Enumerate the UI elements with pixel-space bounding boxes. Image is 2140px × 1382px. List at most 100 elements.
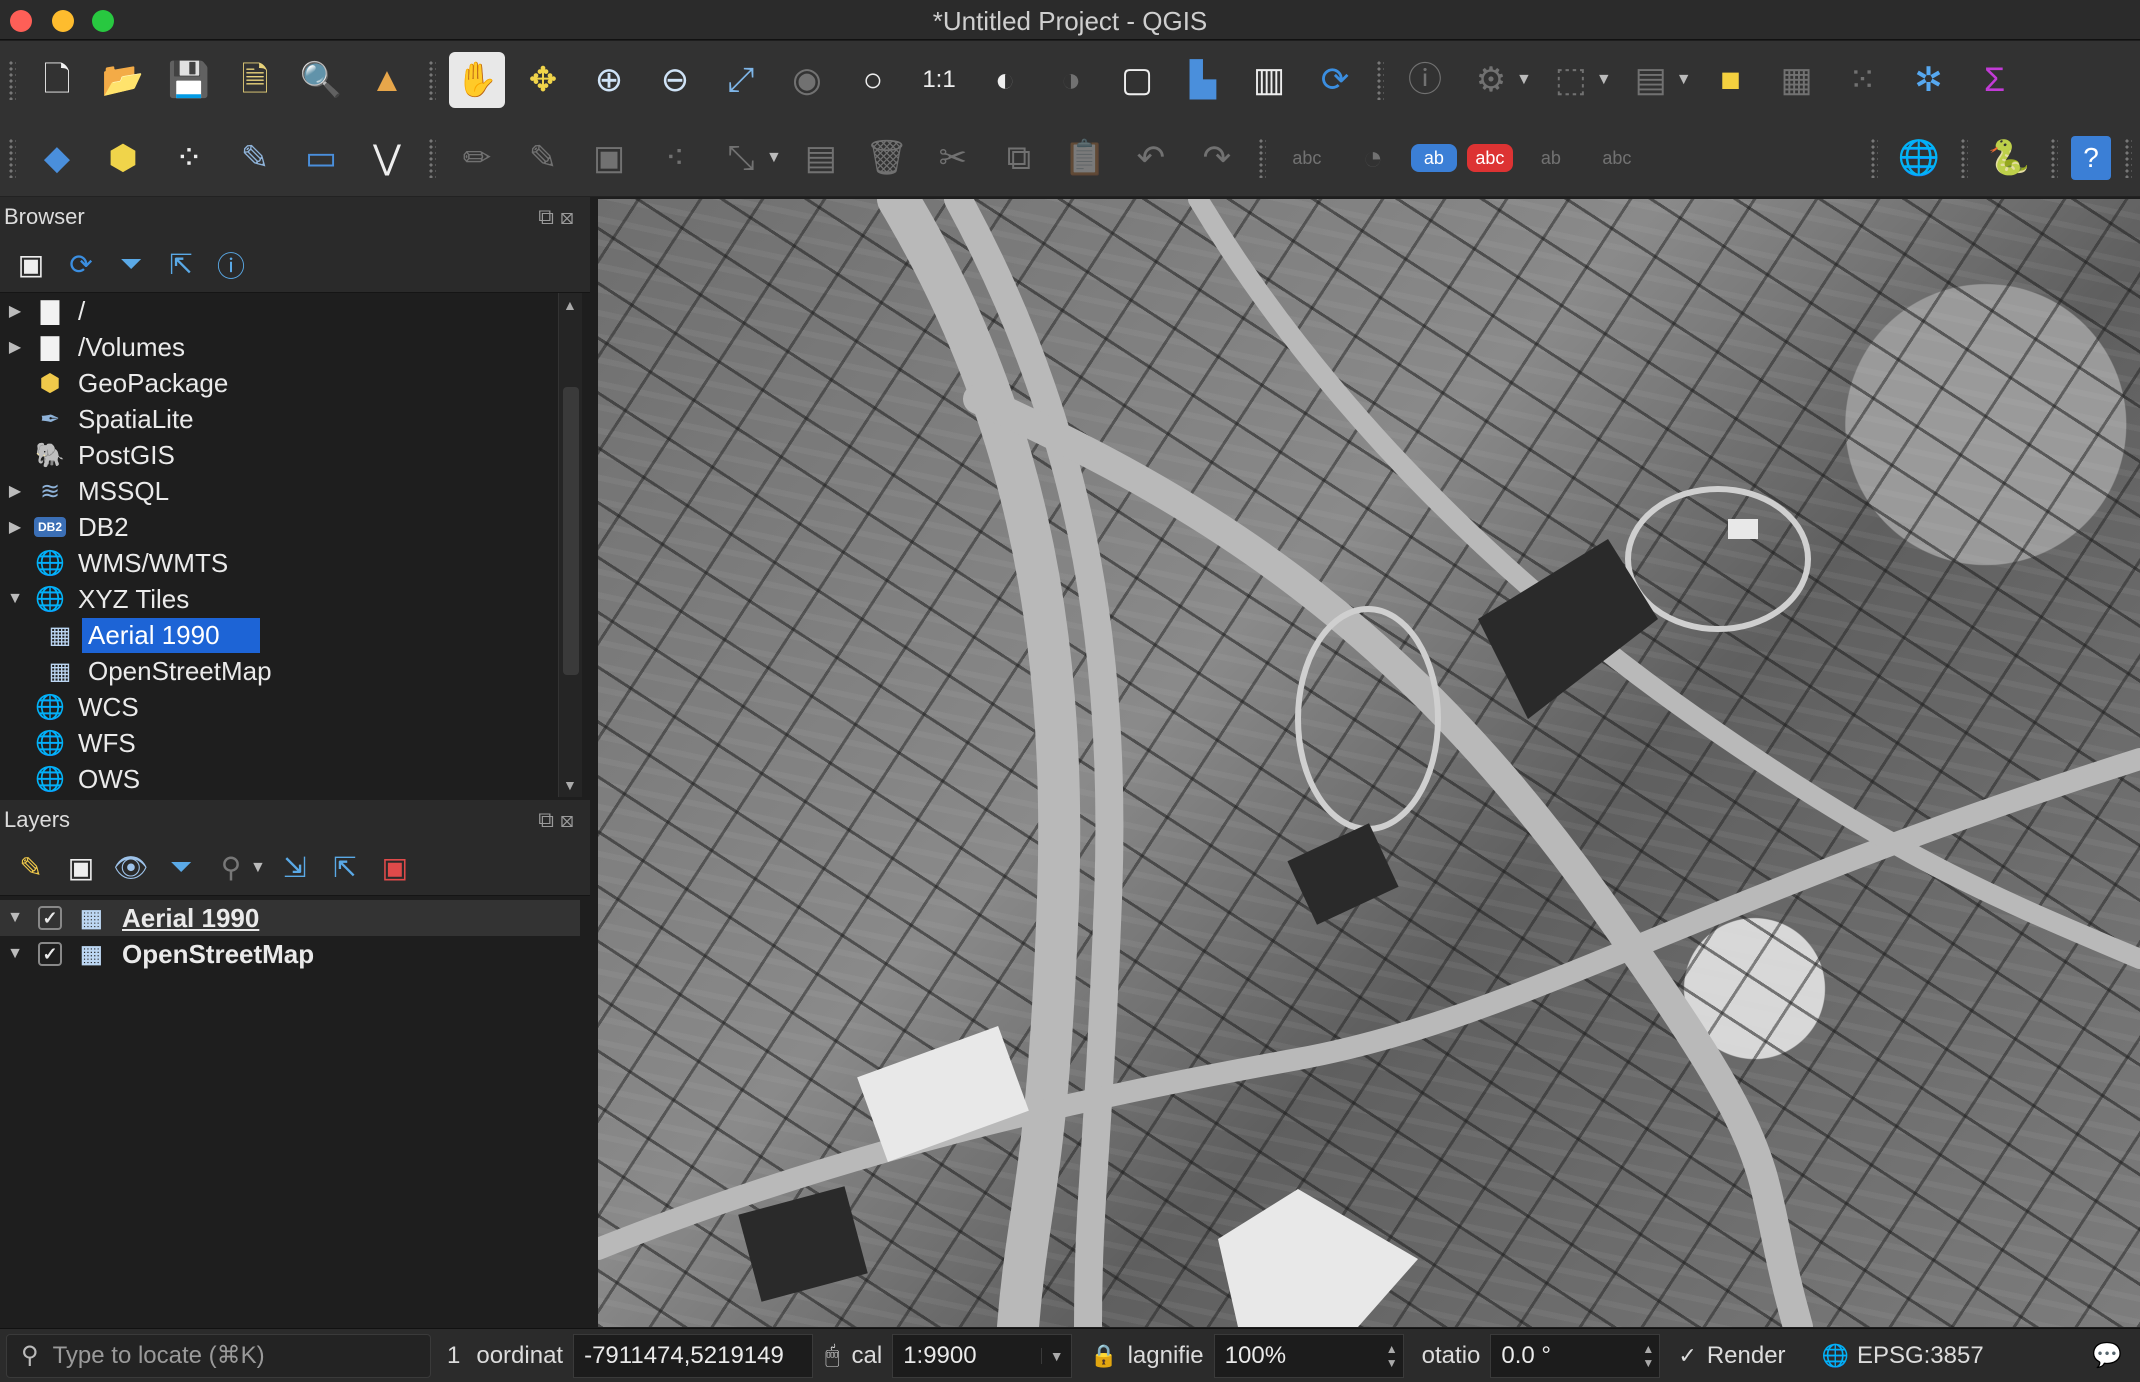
label-move-icon[interactable]: ab (1523, 130, 1579, 186)
toolbar-grip[interactable] (428, 137, 436, 178)
spin-arrows-icon[interactable]: ▲ ▼ (1637, 1342, 1659, 1370)
filter-icon[interactable]: ⏷ (158, 845, 204, 891)
refresh-icon[interactable]: ⟳ (1307, 52, 1363, 108)
browser-item-aerial-1990[interactable]: ▦ Aerial 1990 (0, 617, 560, 653)
expand-arrow-icon[interactable]: ▶ (0, 301, 30, 321)
magnifier-spinbox[interactable]: 100% ▲ ▼ (1213, 1333, 1404, 1378)
expand-arrow-icon[interactable]: ▶ (0, 481, 30, 501)
identify-icon[interactable]: ⓘ (1397, 52, 1453, 108)
layer-visibility-checkbox[interactable]: ✓ (38, 942, 62, 966)
add-feature-icon[interactable]: ⁖ (647, 130, 703, 186)
toolbar-grip[interactable] (1870, 137, 1878, 178)
deselect-all-icon[interactable]: ■ (1703, 52, 1759, 108)
browser-item-postgis[interactable]: 🐘 PostGIS (0, 437, 560, 473)
spin-arrows-icon[interactable]: ▲ ▼ (1381, 1342, 1403, 1370)
paste-features-icon[interactable]: 📋 (1057, 130, 1113, 186)
zoom-full-icon[interactable]: ⤢ (713, 52, 769, 108)
locator-search-input[interactable]: ⚲ Type to locate (⌘K) (6, 1333, 431, 1378)
new-spatialite-layer-icon[interactable]: ✎ (227, 130, 283, 186)
float-panel-icon[interactable]: ⧉ (538, 204, 560, 229)
render-checkbox[interactable]: ✓ (1678, 1343, 1696, 1369)
browser-item-mssql[interactable]: ▶ ≋ MSSQL (0, 473, 560, 509)
new-geopackage-layer-icon[interactable]: ⬢ (95, 130, 151, 186)
rotation-spinbox[interactable]: 0.0 ° ▲ ▼ (1490, 1333, 1661, 1378)
toolbar-grip[interactable] (8, 137, 16, 178)
add-selected-layers-icon[interactable]: ▣ (8, 242, 54, 288)
zoom-next-icon[interactable]: ◑ (1043, 52, 1099, 108)
visibility-eye-icon[interactable]: 👁 (108, 845, 154, 891)
save-project-icon[interactable]: 💾 (161, 52, 217, 108)
toolbar-grip[interactable] (1376, 60, 1384, 100)
scrollbar-thumb[interactable] (563, 387, 579, 675)
metasearch-icon[interactable]: 🌐 (1891, 130, 1947, 186)
zoom-out-icon[interactable]: ⊖ (647, 52, 703, 108)
collapse-arrow-icon[interactable]: ▼ (0, 909, 30, 927)
collapse-all-icon[interactable]: ⇱ (158, 242, 204, 288)
statistics-icon[interactable]: ⁙ (1835, 52, 1891, 108)
collapse-arrow-icon[interactable]: ▼ (0, 590, 30, 608)
add-group-icon[interactable]: ▣ (58, 845, 104, 891)
zoom-to-layer-icon[interactable]: ○ (845, 52, 901, 108)
browser-item-openstreetmap[interactable]: ▦ OpenStreetMap (0, 653, 560, 689)
zoom-in-icon[interactable]: ⊕ (581, 52, 637, 108)
vertex-tool-icon[interactable]: ⤡ (713, 130, 769, 186)
lock-scale-icon[interactable]: 🔒 (1090, 1343, 1117, 1369)
browser-item-xyz-tiles[interactable]: ▼ 🌐 XYZ Tiles (0, 581, 560, 617)
new-map-view-icon[interactable]: ▥ (1241, 52, 1297, 108)
new-scratch-layer-icon[interactable]: ⁘ (161, 130, 217, 186)
messages-icon[interactable]: 💬 (2092, 1341, 2122, 1370)
layout-manager-icon[interactable]: 🔍 (293, 52, 349, 108)
scale-combobox[interactable]: 1:9900 ▼ (892, 1333, 1073, 1378)
toggle-editing-icon[interactable]: ✎ (515, 130, 571, 186)
label-rotate-icon[interactable]: abc (1589, 130, 1645, 186)
browser-item-spatialite[interactable]: ✒ SpatiaLite (0, 401, 560, 437)
pan-map-icon[interactable]: ✋ (449, 52, 505, 108)
toggle-extents-mouse-icon[interactable]: 🖱 (825, 1342, 839, 1370)
coordinate-field[interactable]: -7911474,5219149 (573, 1333, 814, 1378)
filter-expression-icon[interactable]: ⚲ (208, 845, 254, 891)
filter-icon[interactable]: ⏷ (108, 242, 154, 288)
open-project-icon[interactable]: 📂 (95, 52, 151, 108)
zoom-last-icon[interactable]: ◐ (977, 52, 1033, 108)
style-manager-icon[interactable]: ▲ (359, 52, 415, 108)
browser-item-volumes[interactable]: ▶ ▇ /Volumes (0, 329, 560, 365)
sum-icon[interactable]: Σ (1967, 52, 2023, 108)
crs-label[interactable]: EPSG:3857 (1857, 1342, 1984, 1370)
crs-globe-icon[interactable]: 🌐 (1822, 1343, 1849, 1369)
browser-item-ows[interactable]: 🌐 OWS (0, 761, 560, 797)
actions-icon[interactable]: ⚙ (1463, 52, 1519, 108)
select-by-value-icon[interactable]: ▤ (1623, 52, 1679, 108)
close-panel-icon[interactable]: ⊠ (560, 807, 580, 832)
collapse-arrow-icon[interactable]: ▼ (0, 945, 30, 963)
modify-attributes-icon[interactable]: ▤ (793, 130, 849, 186)
chevron-down-icon[interactable]: ▼ (1041, 1347, 1071, 1364)
copy-features-icon[interactable]: ⧉ (991, 130, 1047, 186)
browser-item-wcs[interactable]: 🌐 WCS (0, 689, 560, 725)
browser-item-wms-wmts[interactable]: 🌐 WMS/WMTS (0, 545, 560, 581)
new-bookmark-icon[interactable]: ▢ (1109, 52, 1165, 108)
map-canvas[interactable] (598, 199, 2140, 1327)
undo-icon[interactable]: ↶ (1123, 130, 1179, 186)
expand-all-icon[interactable]: ⇲ (272, 845, 318, 891)
expand-arrow-icon[interactable]: ▶ (0, 517, 30, 537)
toolbar-grip[interactable] (2050, 137, 2058, 178)
save-edits-icon[interactable]: ▣ (581, 130, 637, 186)
label-show-hide-icon[interactable]: abc (1466, 143, 1513, 172)
float-panel-icon[interactable]: ⧉ (538, 807, 560, 832)
remove-layer-icon[interactable]: ▣ (372, 845, 418, 891)
browser-item-db2[interactable]: ▶ DB2 DB2 (0, 509, 560, 545)
collapse-all-icon[interactable]: ⇱ (322, 845, 368, 891)
browser-scrollbar[interactable]: ▲ ▼ (558, 293, 582, 797)
data-source-manager-icon[interactable]: ◆ (29, 130, 85, 186)
toolbar-grip[interactable] (1257, 137, 1266, 178)
layer-visibility-checkbox[interactable]: ✓ (38, 906, 62, 930)
style-layer-icon[interactable]: ✎ (8, 845, 54, 891)
toolbar-grip[interactable] (8, 60, 16, 100)
diagram-tool-icon[interactable]: ◔ (1345, 130, 1401, 186)
toolbox-gear-icon[interactable]: ✲ (1901, 52, 1957, 108)
scroll-up-icon[interactable]: ▲ (563, 297, 577, 313)
toolbar-grip[interactable] (428, 60, 436, 100)
browser-item-geopackage[interactable]: ⬢ GeoPackage (0, 365, 560, 401)
toolbar-grip[interactable] (2124, 137, 2132, 178)
label-tool-icon[interactable]: abc (1279, 130, 1335, 186)
